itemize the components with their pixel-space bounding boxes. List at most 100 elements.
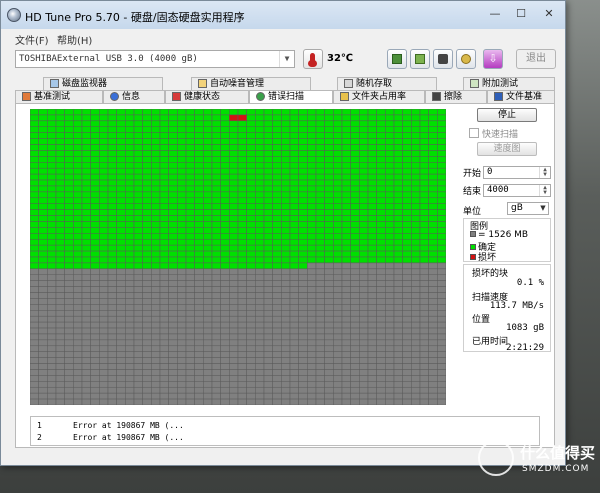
ok-block: [307, 244, 317, 252]
ok-block: [272, 173, 282, 181]
unscanned-block: [402, 286, 412, 293]
unscanned-block: [393, 381, 403, 388]
start-input[interactable]: 0 ▲ ▼: [483, 166, 551, 179]
tab-disk-monitor[interactable]: 磁盘监视器: [43, 77, 163, 90]
ok-block: [307, 250, 317, 258]
ok-block: [307, 179, 317, 187]
menu-help[interactable]: 帮助(H): [57, 32, 92, 47]
ok-block: [38, 173, 48, 181]
tab-extra-tests[interactable]: 附加测试: [463, 77, 555, 90]
unscanned-block: [263, 315, 273, 323]
unscanned-block: [159, 304, 169, 311]
screenshot-button[interactable]: [433, 49, 453, 69]
tab-file-benchmark[interactable]: 文件基准: [487, 90, 555, 103]
toolbar: TOSHIBAExternal USB 3.0 (4000 gB) ▼ 32℃ …: [1, 47, 565, 73]
unscanned-block: [359, 268, 369, 276]
ok-block: [168, 238, 178, 246]
unit-select[interactable]: gB ▼: [507, 202, 549, 215]
copy-info-button[interactable]: [387, 49, 407, 69]
ok-block: [73, 203, 83, 210]
error-log[interactable]: 1 Error at 190867 MB (... 2 Error at 19086…: [30, 416, 540, 446]
ok-block: [350, 191, 360, 199]
unscanned-block: [159, 339, 169, 347]
log-row-text: Error at 190867 MB (...: [73, 421, 184, 430]
drive-select[interactable]: TOSHIBAExternal USB 3.0 (4000 gB) ▼: [15, 50, 295, 68]
unscanned-block: [229, 375, 239, 382]
unscanned-block: [307, 392, 317, 400]
unscanned-block: [73, 375, 83, 382]
unscanned-block: [211, 274, 221, 281]
quick-scan-checkbox[interactable]: 快速扫描: [469, 127, 518, 140]
ok-block: [402, 144, 412, 151]
ok-block: [341, 191, 351, 199]
tab-erase[interactable]: 擦除: [425, 90, 487, 103]
ok-block: [229, 227, 239, 234]
ok-block: [90, 138, 100, 145]
save-button[interactable]: [456, 49, 476, 69]
ok-block: [107, 114, 117, 122]
tab-folder-usage[interactable]: 文件夹占用率: [333, 90, 425, 103]
ok-block: [125, 227, 135, 234]
unscanned-block: [99, 339, 109, 347]
unscanned-block: [133, 345, 143, 352]
unscanned-block: [272, 315, 282, 323]
unscanned-block: [211, 268, 221, 276]
ok-block: [203, 233, 213, 240]
ok-block: [220, 126, 230, 133]
unscanned-block: [419, 375, 429, 382]
tab-random-access[interactable]: 随机存取: [337, 77, 437, 90]
copy-all-button[interactable]: [410, 49, 430, 69]
ok-block: [133, 197, 143, 204]
ok-block: [30, 179, 39, 187]
unscanned-block: [307, 274, 317, 281]
end-input[interactable]: 4000 ▲ ▼: [483, 184, 551, 197]
unscanned-block: [281, 286, 291, 293]
ok-block: [307, 185, 317, 193]
unscanned-block: [281, 392, 291, 400]
unscanned-block: [376, 292, 386, 299]
tab-noise-management[interactable]: 自动噪音管理: [191, 77, 311, 90]
ok-block: [255, 197, 265, 204]
unscanned-block: [38, 375, 48, 382]
unscanned-block: [359, 339, 369, 347]
minimize-button[interactable]: —: [483, 5, 507, 23]
unscanned-block: [194, 357, 204, 364]
ok-block: [159, 179, 169, 187]
ok-block: [185, 156, 195, 163]
close-button[interactable]: ✕: [537, 5, 561, 23]
unscanned-block: [159, 398, 169, 405]
ok-block: [90, 132, 100, 139]
menu-file[interactable]: 文件(F): [15, 32, 49, 47]
unscanned-block: [333, 333, 343, 341]
ok-block: [151, 109, 161, 116]
ok-block: [159, 173, 169, 181]
ok-block: [133, 215, 143, 222]
ok-block: [281, 114, 291, 122]
ok-block: [419, 156, 429, 163]
tab-health[interactable]: 健康状态: [165, 90, 249, 103]
unscanned-block: [402, 398, 412, 405]
tab-error-scan[interactable]: 错误扫描: [249, 90, 333, 103]
ok-block: [168, 126, 178, 133]
ok-block: [376, 156, 386, 163]
unscanned-block: [359, 333, 369, 341]
speed-map-button[interactable]: 速度图: [477, 142, 537, 156]
exit-button[interactable]: 退出: [516, 49, 556, 69]
unscanned-block: [428, 369, 438, 376]
unscanned-block: [419, 369, 429, 376]
unscanned-block: [255, 298, 265, 305]
unscanned-block: [402, 351, 412, 358]
ok-block: [376, 126, 386, 133]
ok-block: [333, 173, 343, 181]
tab-benchmark[interactable]: 基准测试: [15, 90, 103, 103]
ok-block: [263, 215, 273, 222]
tab-info[interactable]: 信息: [103, 90, 165, 103]
unscanned-block: [237, 268, 247, 276]
maximize-button[interactable]: ☐: [509, 5, 533, 23]
download-button[interactable]: ⇩: [483, 49, 503, 69]
unscanned-block: [229, 357, 239, 364]
ok-block: [177, 156, 187, 163]
unscanned-block: [194, 345, 204, 352]
stop-button[interactable]: 停止: [477, 108, 537, 122]
ok-block: [237, 150, 247, 157]
